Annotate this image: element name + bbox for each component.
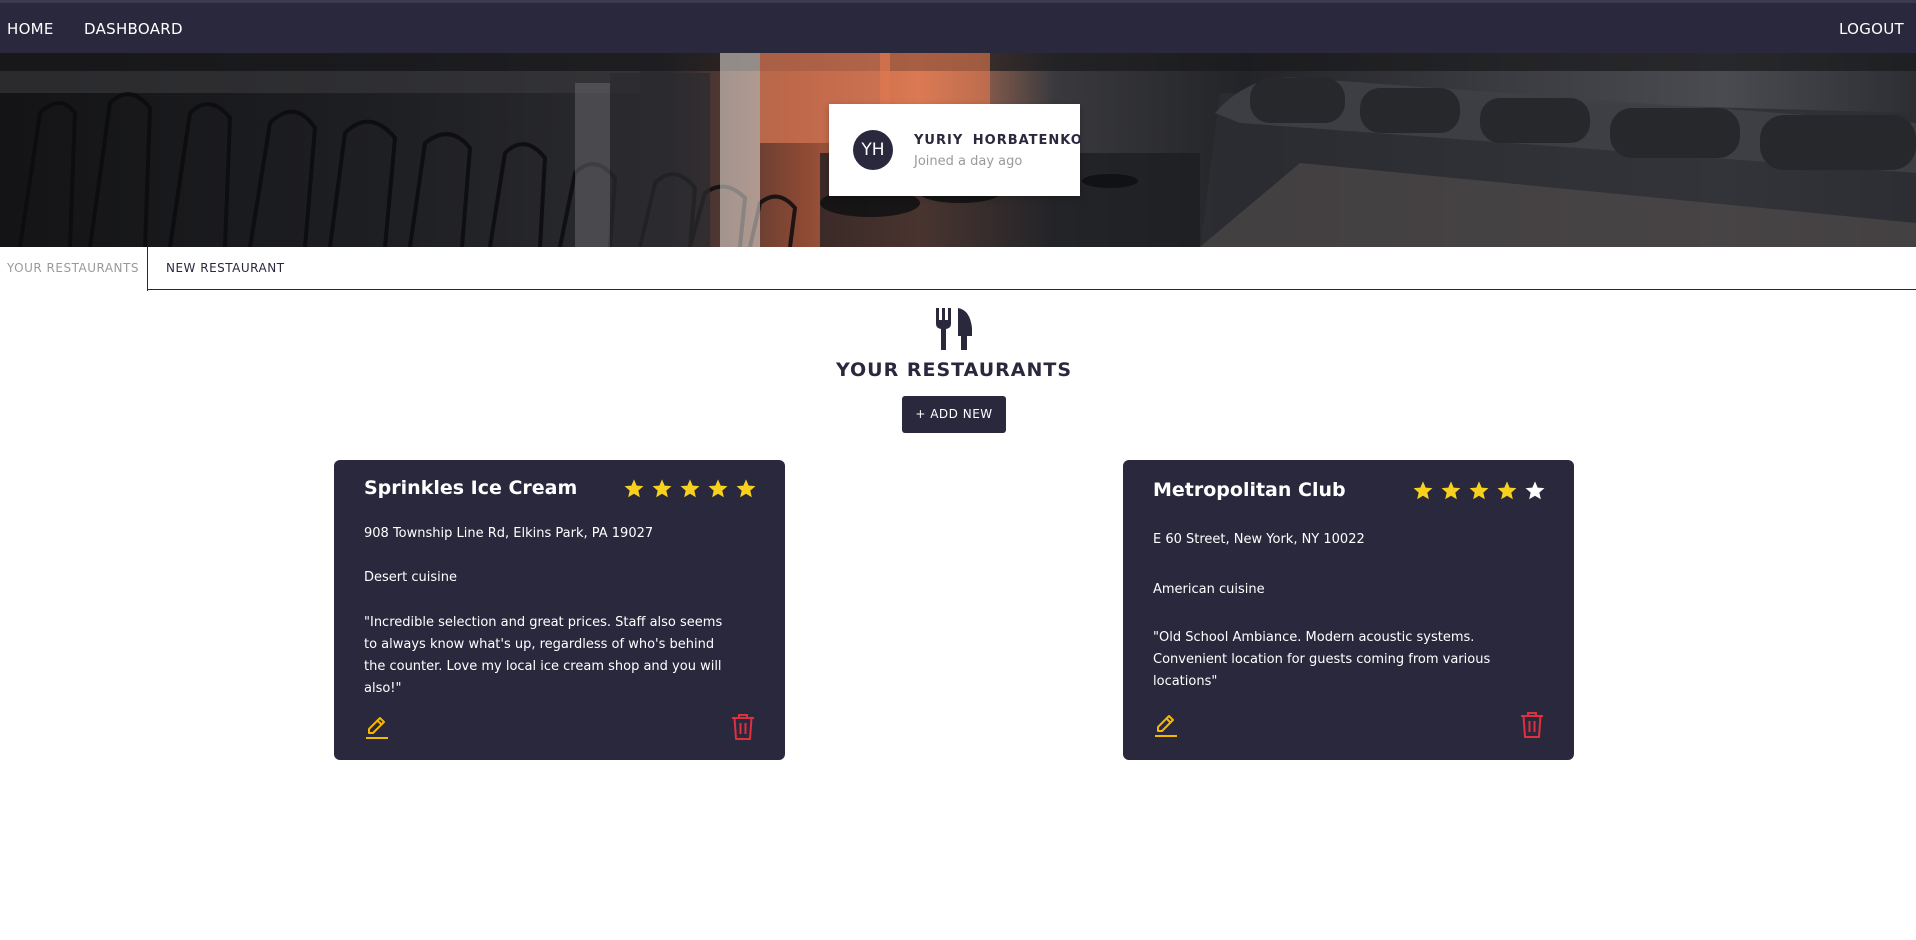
star-filled-icon	[1413, 481, 1433, 500]
restaurant-review: "Old School Ambiance. Modern acoustic sy…	[1153, 630, 1491, 689]
restaurant-cuisine: Desert cuisine	[364, 570, 457, 585]
star-filled-icon	[680, 479, 700, 498]
star-empty-icon	[1525, 481, 1545, 500]
edit-pencil-icon[interactable]	[1153, 712, 1179, 738]
tab-new-restaurant[interactable]: NEW RESTAURANT	[166, 247, 285, 290]
nav-dashboard-link[interactable]: DASHBOARD	[84, 20, 183, 38]
restaurant-cuisine: American cuisine	[1153, 582, 1265, 597]
restaurant-name: Sprinkles Ice Cream	[364, 477, 578, 499]
rating-stars	[1412, 480, 1546, 502]
restaurant-address: E 60 Street, New York, NY 10022	[1153, 532, 1365, 547]
star-filled-icon	[708, 479, 728, 498]
restaurant-name: Metropolitan Club	[1153, 479, 1346, 501]
restaurant-address: 908 Township Line Rd, Elkins Park, PA 19…	[364, 526, 654, 541]
star-filled-icon	[736, 479, 756, 498]
tab-bar: YOUR RESTAURANTS NEW RESTAURANT	[0, 247, 1916, 291]
star-filled-icon	[1441, 481, 1461, 500]
delete-trash-icon[interactable]	[731, 713, 755, 741]
delete-trash-icon[interactable]	[1520, 711, 1544, 739]
tab-your-restaurants[interactable]: YOUR RESTAURANTS	[0, 247, 148, 291]
avatar: YH	[853, 130, 893, 170]
nav-logout-link[interactable]: LOGOUT	[1839, 20, 1904, 38]
restaurant-card: Metropolitan Club E 60 Street, New York,…	[1123, 460, 1574, 760]
add-new-button[interactable]: + ADD NEW	[902, 396, 1006, 433]
star-filled-icon	[1497, 481, 1517, 500]
star-filled-icon	[652, 479, 672, 498]
profile-card: YH YURIY HORBATENKO Joined a day ago	[829, 104, 1083, 196]
utensils-icon	[936, 308, 972, 350]
star-filled-icon	[624, 479, 644, 498]
section-title: YOUR RESTAURANTS	[835, 359, 1073, 381]
top-navbar: HOME DASHBOARD LOGOUT	[0, 0, 1916, 53]
nav-home-link[interactable]: HOME	[7, 20, 54, 38]
restaurant-review: "Incredible selection and great prices. …	[364, 615, 723, 696]
profile-name: YURIY HORBATENKO	[914, 133, 1083, 148]
edit-pencil-icon[interactable]	[364, 714, 390, 740]
restaurant-card: Sprinkles Ice Cream 908 Township Line Rd…	[334, 460, 785, 760]
rating-stars	[623, 478, 757, 500]
profile-joined-date: Joined a day ago	[914, 154, 1023, 169]
star-filled-icon	[1469, 481, 1489, 500]
